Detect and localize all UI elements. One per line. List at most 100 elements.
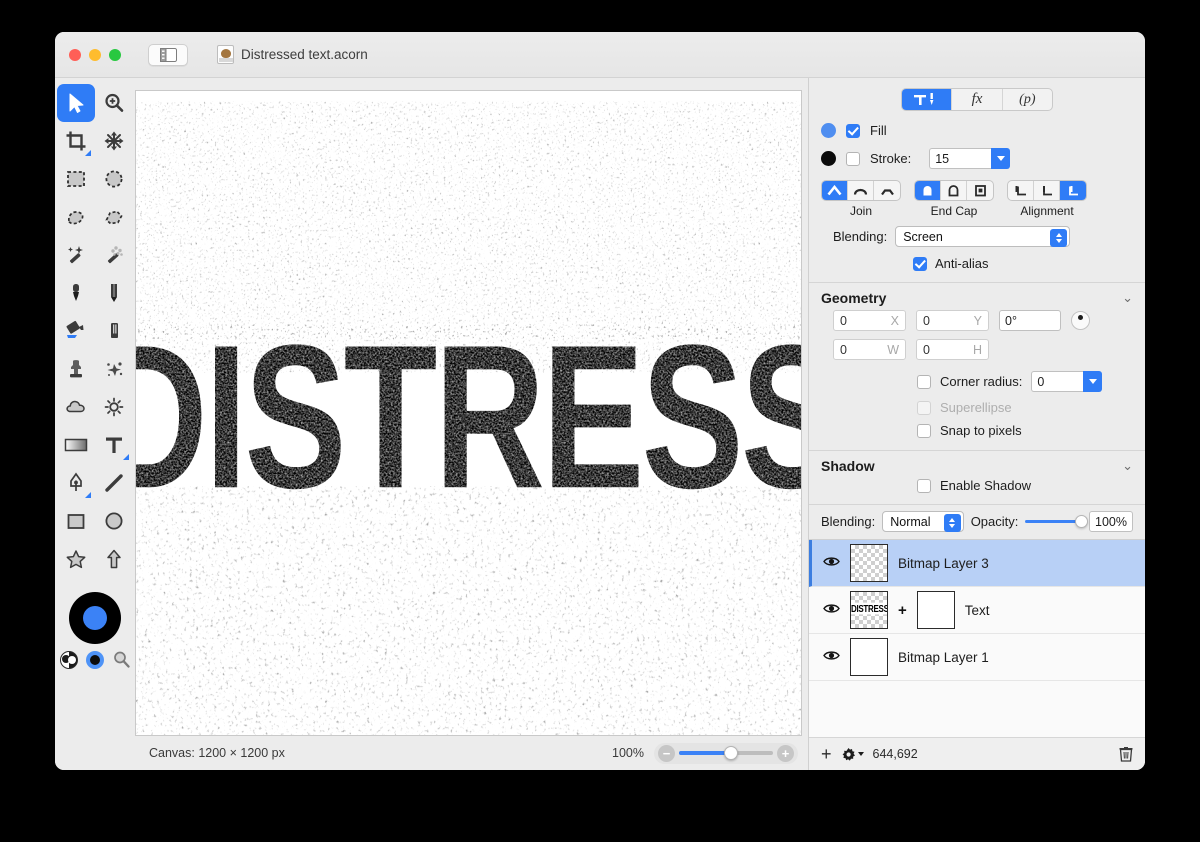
geometry-section-header[interactable]: Geometry ⌄ xyxy=(809,283,1145,310)
geometry-w-field[interactable]: 0 W xyxy=(833,339,906,360)
canvas[interactable]: DISTRESS xyxy=(135,90,802,736)
clone-stamp-tool[interactable] xyxy=(57,350,95,388)
fill-checkbox[interactable] xyxy=(846,123,860,138)
corner-radius-checkbox[interactable] xyxy=(917,374,931,389)
join-bevel-option[interactable] xyxy=(874,181,900,200)
eraser-tool[interactable] xyxy=(95,312,133,350)
gradient-tool[interactable] xyxy=(57,426,95,464)
arrow-tool[interactable] xyxy=(95,540,133,578)
layer-name[interactable]: Bitmap Layer 3 xyxy=(898,556,989,571)
blur-tool[interactable] xyxy=(57,388,95,426)
stroke-blending-dropdown[interactable]: Screen xyxy=(895,226,1071,247)
stroke-color-swatch[interactable] xyxy=(821,151,836,166)
opacity-value[interactable]: 100% xyxy=(1089,511,1133,532)
zoom-in-button[interactable]: + xyxy=(777,744,794,762)
opacity-slider[interactable] xyxy=(1025,515,1089,528)
zoom-window-button[interactable] xyxy=(109,48,121,61)
snap-to-pixels-checkbox[interactable] xyxy=(917,423,931,438)
transform-tool[interactable] xyxy=(95,122,133,160)
pencil-tool[interactable] xyxy=(95,274,133,312)
color-well[interactable] xyxy=(69,592,121,644)
rotation-knob[interactable] xyxy=(1071,311,1090,330)
ellipse-tool[interactable] xyxy=(95,502,133,540)
instant-alpha-tool[interactable] xyxy=(95,236,133,274)
corner-radius-dropdown-button[interactable] xyxy=(1083,371,1103,392)
rectangle-tool[interactable] xyxy=(57,502,95,540)
alignment-inside-option[interactable] xyxy=(1008,181,1034,200)
layer-thumbnail[interactable] xyxy=(850,638,888,676)
zoom-tool[interactable] xyxy=(95,84,133,122)
enable-shadow-checkbox[interactable] xyxy=(917,478,931,493)
geometry-h-field[interactable]: 0 H xyxy=(916,339,989,360)
anti-alias-checkbox[interactable] xyxy=(913,256,927,271)
paint-bucket-tool[interactable] xyxy=(57,312,95,350)
join-round-option[interactable] xyxy=(848,181,874,200)
smudge-tool[interactable] xyxy=(95,350,133,388)
layer-row[interactable]: Bitmap Layer 1 xyxy=(809,634,1145,681)
layer-visibility-icon[interactable] xyxy=(823,648,840,666)
document-title-group[interactable]: Distressed text.acorn xyxy=(217,45,368,64)
geometry-rotation-field[interactable]: 0° xyxy=(999,310,1061,331)
tab-palette[interactable]: (p) xyxy=(1003,89,1052,110)
zoom-slider-thumb[interactable] xyxy=(723,746,738,760)
stroke-width-dropdown-button[interactable] xyxy=(991,148,1011,169)
corner-radius-stepper[interactable]: 0 xyxy=(1031,371,1103,392)
foreground-color-swatch[interactable] xyxy=(83,606,107,630)
corner-radius-value[interactable]: 0 xyxy=(1031,371,1084,392)
layer-name[interactable]: Text xyxy=(965,603,990,618)
endcap-butt-option[interactable] xyxy=(915,181,941,200)
default-colors-icon[interactable] xyxy=(85,650,104,669)
chevron-down-icon[interactable]: ⌄ xyxy=(1122,458,1133,474)
join-miter-option[interactable] xyxy=(822,181,848,200)
color-picker-magnifier-icon[interactable] xyxy=(112,650,131,669)
add-layer-button[interactable]: + xyxy=(821,745,832,763)
endcap-round-option[interactable] xyxy=(941,181,967,200)
sidebar-toggle-button[interactable] xyxy=(148,43,188,66)
stroke-width-stepper[interactable]: 15 xyxy=(929,148,1011,169)
brush-tool[interactable] xyxy=(57,274,95,312)
tab-filters[interactable]: fx xyxy=(952,89,1003,110)
swap-colors-icon[interactable] xyxy=(59,650,78,669)
join-segmented-control[interactable] xyxy=(821,180,901,201)
layer-name[interactable]: Bitmap Layer 1 xyxy=(898,650,989,665)
elliptical-selection-tool[interactable] xyxy=(95,160,133,198)
layer-blending-dropdown[interactable]: Normal xyxy=(882,511,964,532)
text-tool[interactable] xyxy=(95,426,133,464)
line-tool[interactable] xyxy=(95,464,133,502)
stroke-width-value[interactable]: 15 xyxy=(929,148,992,169)
polygon-lasso-tool[interactable] xyxy=(95,198,133,236)
layer-visibility-icon[interactable] xyxy=(823,601,840,619)
layer-mask-thumbnail[interactable] xyxy=(916,591,955,629)
chevron-down-icon[interactable]: ⌄ xyxy=(1122,290,1133,306)
magic-wand-tool[interactable] xyxy=(57,236,95,274)
geometry-x-field[interactable]: 0 X xyxy=(833,310,906,331)
endcap-square-option[interactable] xyxy=(967,181,993,200)
zoom-slider[interactable] xyxy=(679,746,773,760)
lasso-tool[interactable] xyxy=(57,198,95,236)
alignment-outside-option[interactable] xyxy=(1060,181,1086,200)
geometry-y-field[interactable]: 0 Y xyxy=(916,310,989,331)
shadow-section-header[interactable]: Shadow ⌄ xyxy=(809,451,1145,478)
layer-visibility-icon[interactable] xyxy=(823,554,840,572)
tab-tool-options[interactable] xyxy=(902,89,953,110)
alignment-center-option[interactable] xyxy=(1034,181,1060,200)
rectangular-selection-tool[interactable] xyxy=(57,160,95,198)
layer-row[interactable]: DISTRESS + Text xyxy=(809,587,1145,634)
pen-tool[interactable] xyxy=(57,464,95,502)
fill-color-swatch[interactable] xyxy=(821,123,836,138)
close-button[interactable] xyxy=(69,48,81,61)
opacity-slider-thumb[interactable] xyxy=(1075,515,1089,528)
layer-thumbnail[interactable]: DISTRESS xyxy=(850,591,888,629)
endcap-segmented-control[interactable] xyxy=(914,180,994,201)
move-tool[interactable] xyxy=(57,84,95,122)
trash-icon[interactable] xyxy=(1119,746,1133,762)
zoom-out-button[interactable]: − xyxy=(658,744,675,762)
layer-options-button[interactable] xyxy=(841,747,864,762)
layer-thumbnail[interactable] xyxy=(850,544,888,582)
crop-tool[interactable] xyxy=(57,122,95,160)
minimize-button[interactable] xyxy=(89,48,101,61)
alignment-segmented-control[interactable] xyxy=(1007,180,1087,201)
star-tool[interactable] xyxy=(57,540,95,578)
sharpen-tool[interactable] xyxy=(95,388,133,426)
stroke-checkbox[interactable] xyxy=(846,151,860,166)
